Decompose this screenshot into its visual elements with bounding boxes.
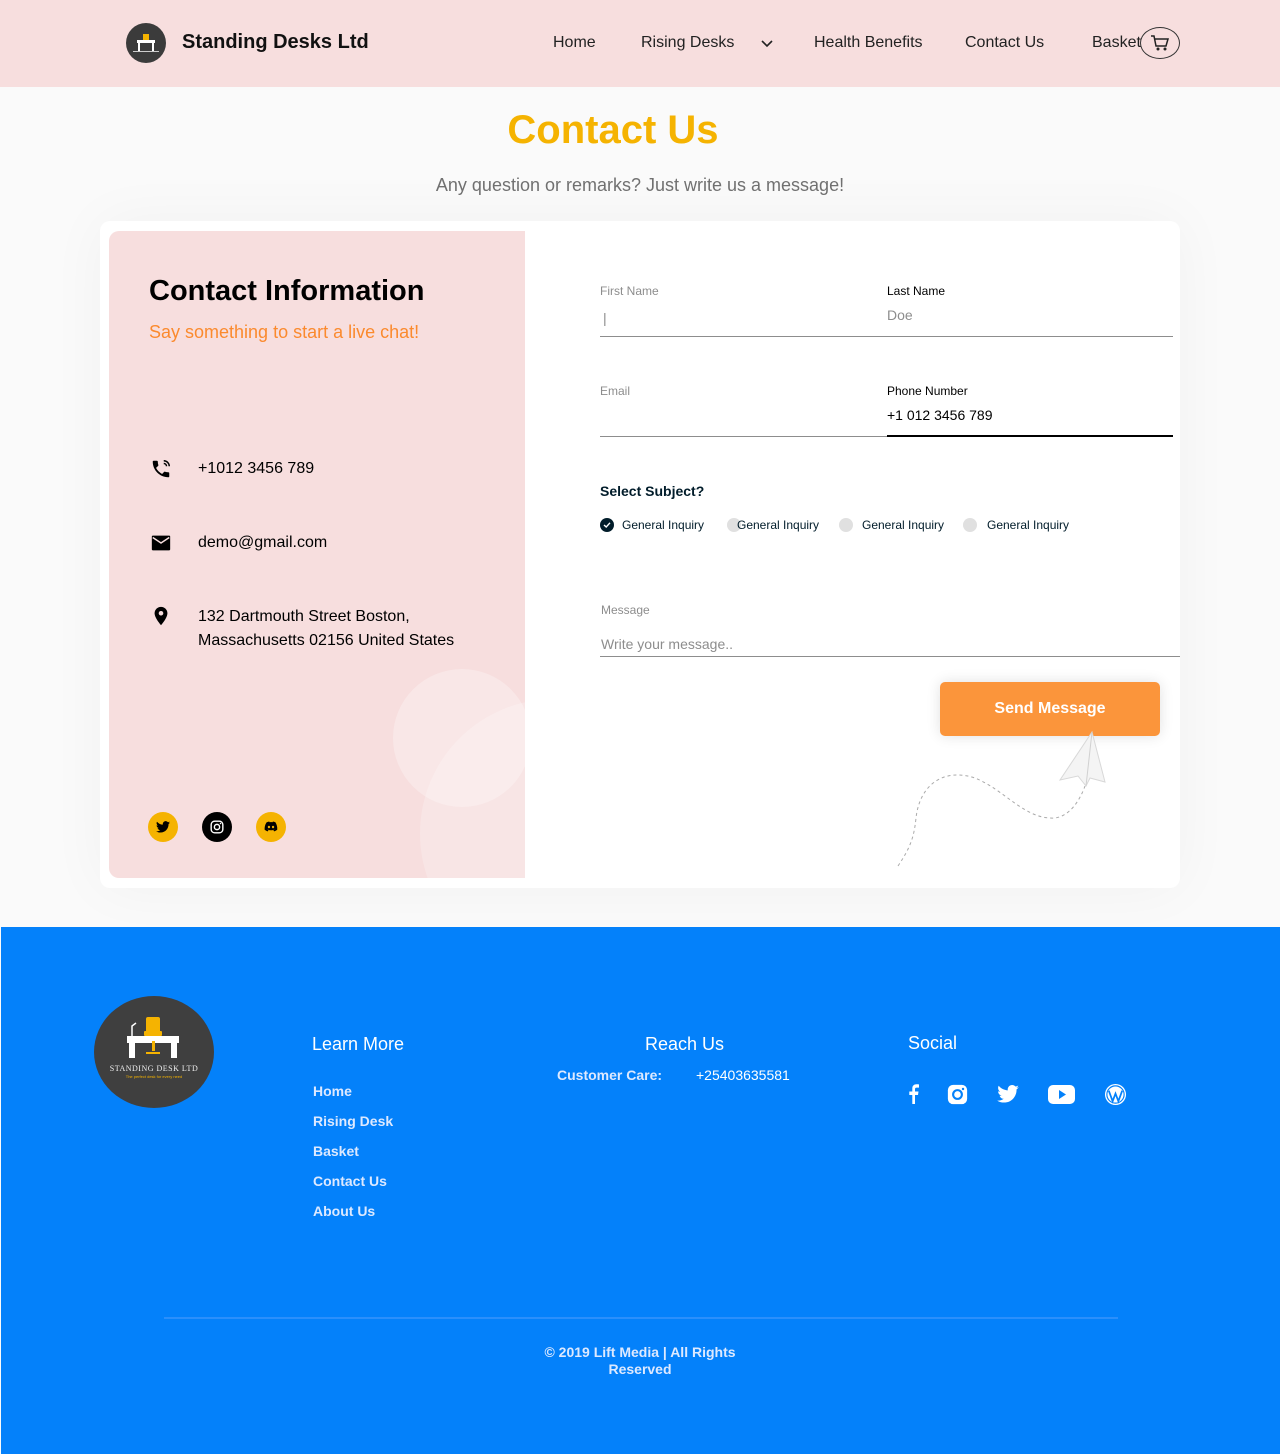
instagram-icon[interactable] <box>946 1082 968 1106</box>
email-label: Email <box>600 384 631 398</box>
brand-logo[interactable] <box>126 23 166 63</box>
page-subtitle: Any question or remarks? Just write us a… <box>435 175 845 195</box>
twitter-icon[interactable] <box>996 1082 1020 1106</box>
footer-logo-text: STANDING DESK LTD <box>109 1064 199 1073</box>
nav-contact-us[interactable]: Contact Us <box>965 34 1044 52</box>
nav-basket[interactable]: Basket <box>1092 34 1141 52</box>
radio-unchecked-icon <box>839 518 853 532</box>
footer-link-rising-desk[interactable]: Rising Desk <box>313 1113 393 1129</box>
discord-icon[interactable] <box>256 812 286 842</box>
select-subject-title: Select Subject? <box>600 483 705 499</box>
subject-radio-3[interactable]: General Inquiry <box>839 518 944 532</box>
instagram-icon[interactable] <box>202 812 232 842</box>
subject-label: General Inquiry <box>987 518 1070 532</box>
footer-divider <box>164 1317 1118 1319</box>
name-underline <box>600 336 1173 337</box>
subject-label: General Inquiry <box>622 518 705 532</box>
nav-health-benefits[interactable]: Health Benefits <box>814 34 923 52</box>
customer-care-label: Customer Care: <box>557 1067 663 1083</box>
twitter-icon[interactable] <box>148 812 178 842</box>
top-nav: Standing Desks Ltd Home Rising Desks Hea… <box>0 0 1280 87</box>
contact-email[interactable]: demo@gmail.com <box>198 531 327 555</box>
subject-label: General Inquiry <box>737 518 820 532</box>
radio-unchecked-icon <box>963 518 977 532</box>
phone-underline <box>887 435 1173 437</box>
location-pin-icon <box>154 606 168 626</box>
contact-info-subtitle: Say something to start a live chat! <box>149 322 420 342</box>
contact-phone[interactable]: +1012 3456 789 <box>198 457 314 481</box>
footer-logo[interactable]: STANDING DESK LTD The perfect desk for e… <box>94 996 214 1108</box>
youtube-icon[interactable] <box>1047 1082 1075 1106</box>
page-title: Contact Us <box>507 108 719 152</box>
subject-radio-2[interactable]: General Inquiry <box>727 518 819 532</box>
wordpress-icon[interactable] <box>1103 1082 1127 1106</box>
social-title: Social <box>908 1033 958 1053</box>
mail-icon <box>151 535 171 551</box>
paper-plane-illustration <box>897 730 1106 867</box>
copyright-line2: Reserved <box>608 1361 672 1377</box>
reach-us-title: Reach Us <box>645 1034 725 1054</box>
phone-icon <box>152 460 170 478</box>
learn-more-title: Learn More <box>312 1034 405 1054</box>
subject-label: General Inquiry <box>862 518 945 532</box>
chevron-down-icon[interactable] <box>760 36 774 50</box>
footer-logo-tagline: The perfect desk for every need <box>125 1074 183 1079</box>
footer-link-basket[interactable]: Basket <box>313 1143 359 1159</box>
first-name-label: First Name <box>600 284 659 298</box>
brand-name[interactable]: Standing Desks Ltd <box>182 31 369 54</box>
copyright: © 2019 Lift Media | All Rights Reserved <box>0 1344 1280 1378</box>
first-name-input[interactable]: | <box>603 310 607 326</box>
message-label: Message <box>601 603 650 617</box>
copyright-line1: © 2019 Lift Media | All Rights <box>544 1344 736 1360</box>
subject-radio-1[interactable]: General Inquiry <box>600 518 704 532</box>
nav-rising-desks[interactable]: Rising Desks <box>641 34 734 52</box>
customer-care-phone[interactable]: +25403635581 <box>696 1067 790 1083</box>
phone-number-input[interactable]: +1 012 3456 789 <box>887 407 993 423</box>
contact-address-line2: Massachusetts 02156 United States <box>198 632 455 649</box>
email-underline[interactable] <box>600 436 887 437</box>
message-underline <box>600 656 1180 657</box>
last-name-input[interactable]: Doe <box>887 307 913 323</box>
footer-link-contact-us[interactable]: Contact Us <box>313 1173 387 1189</box>
contact-address-line1: 132 Dartmouth Street Boston, <box>198 608 410 625</box>
nav-home[interactable]: Home <box>553 34 596 52</box>
subject-radio-4[interactable]: General Inquiry <box>963 518 1069 532</box>
message-input[interactable]: Write your message.. <box>601 636 733 652</box>
cart-icon[interactable] <box>1140 27 1180 59</box>
facebook-icon[interactable] <box>905 1082 921 1106</box>
footer-link-about-us[interactable]: About Us <box>313 1203 375 1219</box>
last-name-label: Last Name <box>887 284 946 298</box>
phone-number-label: Phone Number <box>887 384 968 398</box>
contact-info-title: Contact Information <box>149 275 425 307</box>
radio-checked-icon <box>600 518 614 532</box>
footer-link-home[interactable]: Home <box>313 1083 352 1099</box>
